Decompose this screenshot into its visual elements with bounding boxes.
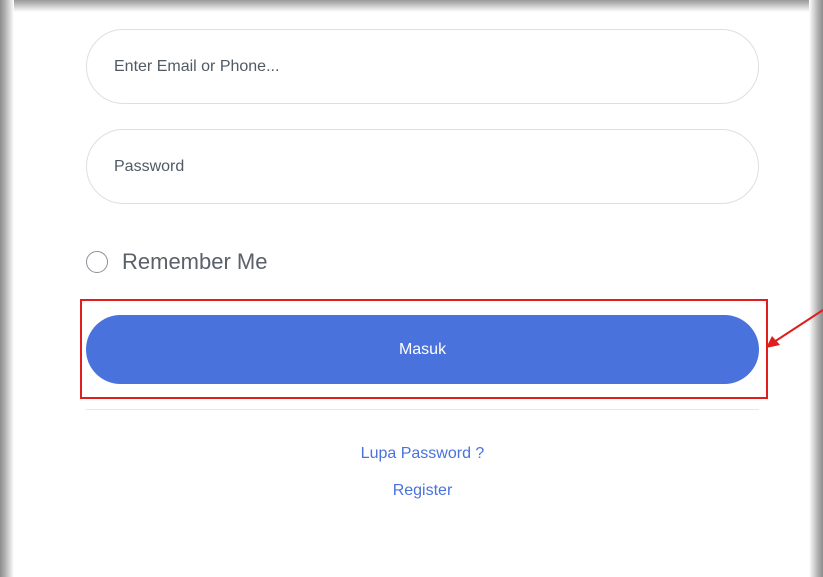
register-link[interactable]: Register: [86, 482, 759, 500]
screenshot-right-shadow: [809, 0, 823, 577]
screenshot-left-shadow: [0, 0, 14, 577]
annotation-arrow-icon: [766, 309, 823, 348]
form-divider: [86, 409, 759, 410]
password-input[interactable]: [86, 129, 759, 204]
remember-me-label: Remember Me: [122, 249, 268, 274]
remember-me-checkbox[interactable]: [86, 251, 108, 273]
screenshot-top-shadow: [0, 0, 823, 12]
annotation-highlight-box: [80, 299, 768, 399]
remember-me-row[interactable]: Remember Me: [86, 248, 267, 276]
forgot-password-link[interactable]: Lupa Password ?: [86, 445, 759, 463]
email-phone-input[interactable]: [86, 29, 759, 104]
